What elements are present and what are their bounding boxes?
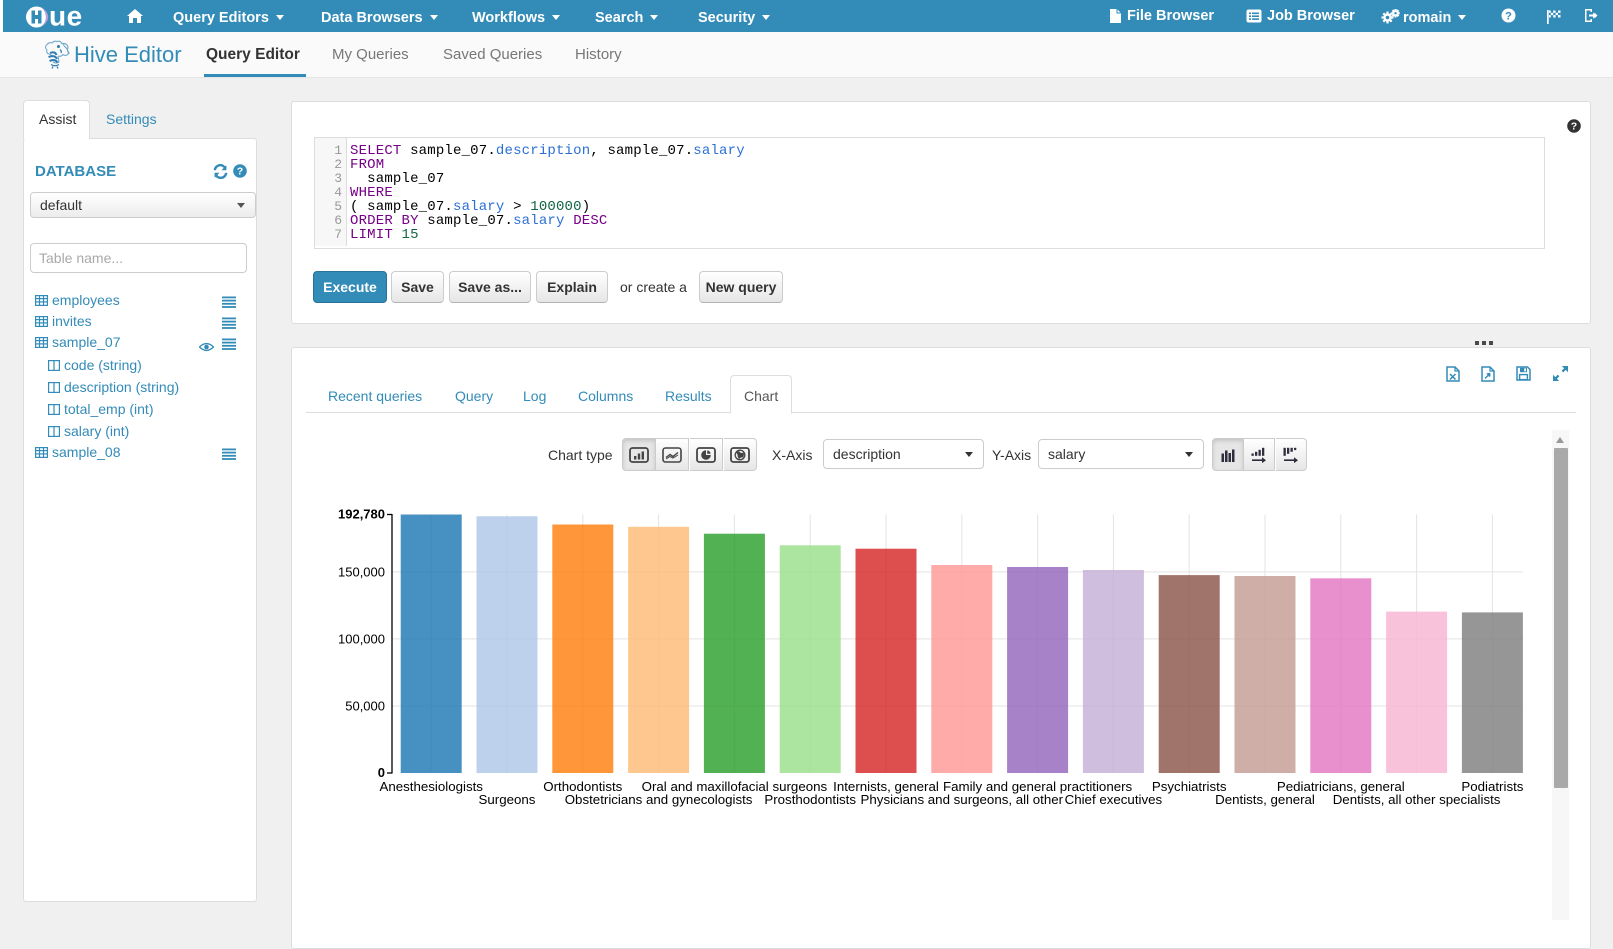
svg-text:0: 0: [378, 765, 385, 780]
svg-text:Surgeons: Surgeons: [479, 792, 536, 807]
svg-text:?: ?: [1571, 121, 1577, 133]
svg-text:ue: ue: [49, 2, 83, 32]
svg-text:Obstetricians and gynecologist: Obstetricians and gynecologists: [565, 792, 753, 807]
svg-text:?: ?: [237, 166, 243, 178]
svg-text:Dentists, general: Dentists, general: [1215, 792, 1315, 807]
svg-text:Physicians and surgeons, all o: Physicians and surgeons, all other: [861, 792, 1064, 807]
svg-text:Chief executives: Chief executives: [1065, 792, 1163, 807]
svg-text:192,780: 192,780: [338, 507, 385, 522]
svg-text:150,000: 150,000: [338, 564, 385, 579]
svg-text:Anesthesiologists: Anesthesiologists: [379, 779, 483, 794]
svg-text:50,000: 50,000: [345, 699, 385, 714]
svg-text:Prosthodontists: Prosthodontists: [764, 792, 856, 807]
svg-text:Dentists, all other specialist: Dentists, all other specialists: [1333, 792, 1501, 807]
svg-text:100,000: 100,000: [338, 631, 385, 646]
svg-text:?: ?: [1505, 10, 1512, 22]
